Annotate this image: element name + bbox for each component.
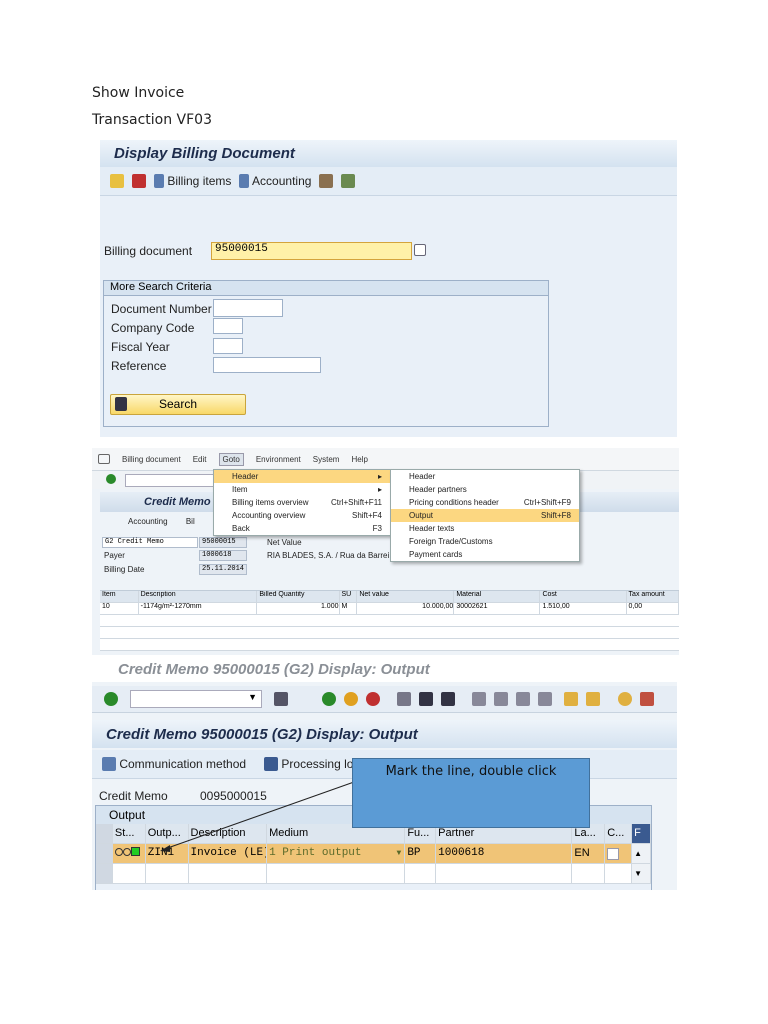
callout-arrow (160, 781, 355, 852)
callout-annotation: Mark the line, double click (352, 758, 590, 828)
